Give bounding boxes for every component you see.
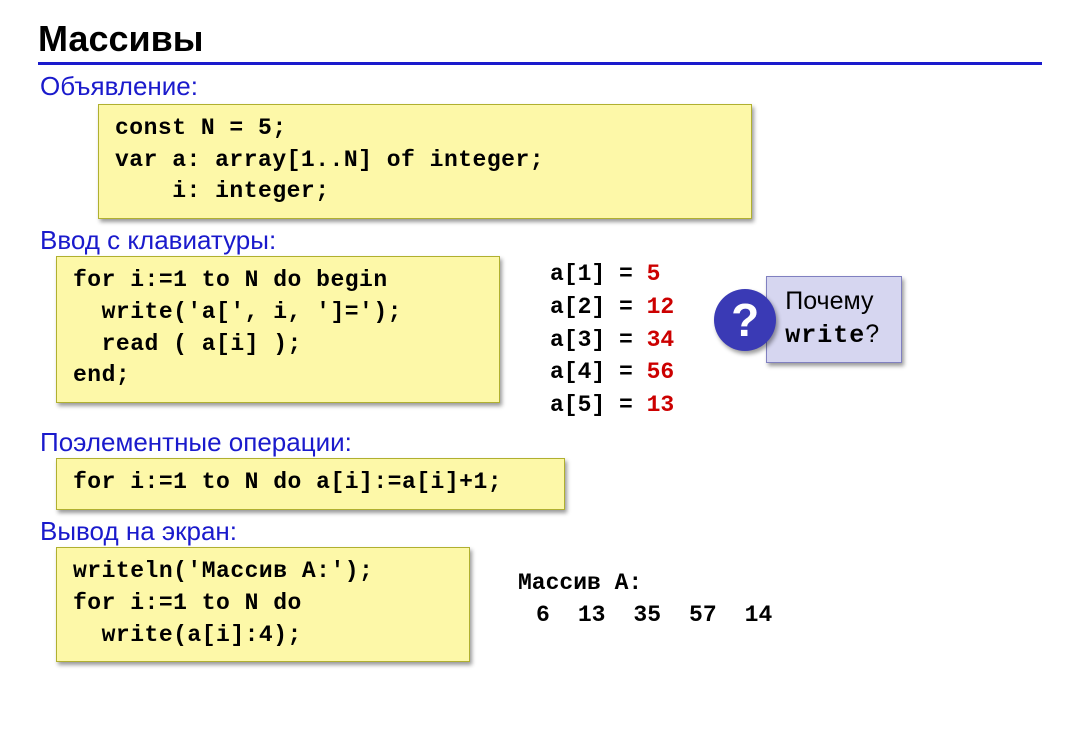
section-declaration: Объявление: bbox=[40, 71, 1042, 102]
input-value-row: a[1] = 5 bbox=[550, 258, 674, 291]
input-value-row: a[4] = 56 bbox=[550, 356, 674, 389]
input-value-row: a[3] = 34 bbox=[550, 324, 674, 357]
output-values: 613355714 bbox=[518, 599, 800, 631]
code-input: for i:=1 to N do begin write('a[', i, ']… bbox=[56, 256, 500, 403]
input-value-row: a[5] = 13 bbox=[550, 389, 674, 422]
output-header: Массив A: bbox=[518, 567, 800, 599]
input-value-row: a[2] = 12 bbox=[550, 291, 674, 324]
section-input: Ввод с клавиатуры: bbox=[40, 225, 1042, 256]
code-elementwise: for i:=1 to N do a[i]:=a[i]+1; bbox=[56, 458, 565, 510]
title-rule bbox=[38, 62, 1042, 65]
callout-line1: Почему bbox=[785, 285, 879, 318]
callout-line2: write? bbox=[785, 318, 879, 353]
section-output: Вывод на экран: bbox=[40, 516, 1042, 547]
code-declaration: const N = 5; var a: array[1..N] of integ… bbox=[98, 104, 752, 219]
code-output: writeln('Массив A:'); for i:=1 to N do w… bbox=[56, 547, 470, 662]
section-elementwise: Поэлементные операции: bbox=[40, 427, 1042, 458]
input-values-list: a[1] = 5 a[2] = 12 a[3] = 34 a[4] = 56 a… bbox=[550, 258, 674, 421]
question-icon: ? bbox=[714, 289, 776, 351]
page-title: Массивы bbox=[38, 18, 1042, 60]
output-final: Массив A: 613355714 bbox=[518, 567, 800, 631]
slide: Массивы Объявление: const N = 5; var a: … bbox=[0, 0, 1080, 662]
question-callout: ? Почему write? bbox=[714, 276, 902, 363]
question-box: Почему write? bbox=[766, 276, 902, 363]
